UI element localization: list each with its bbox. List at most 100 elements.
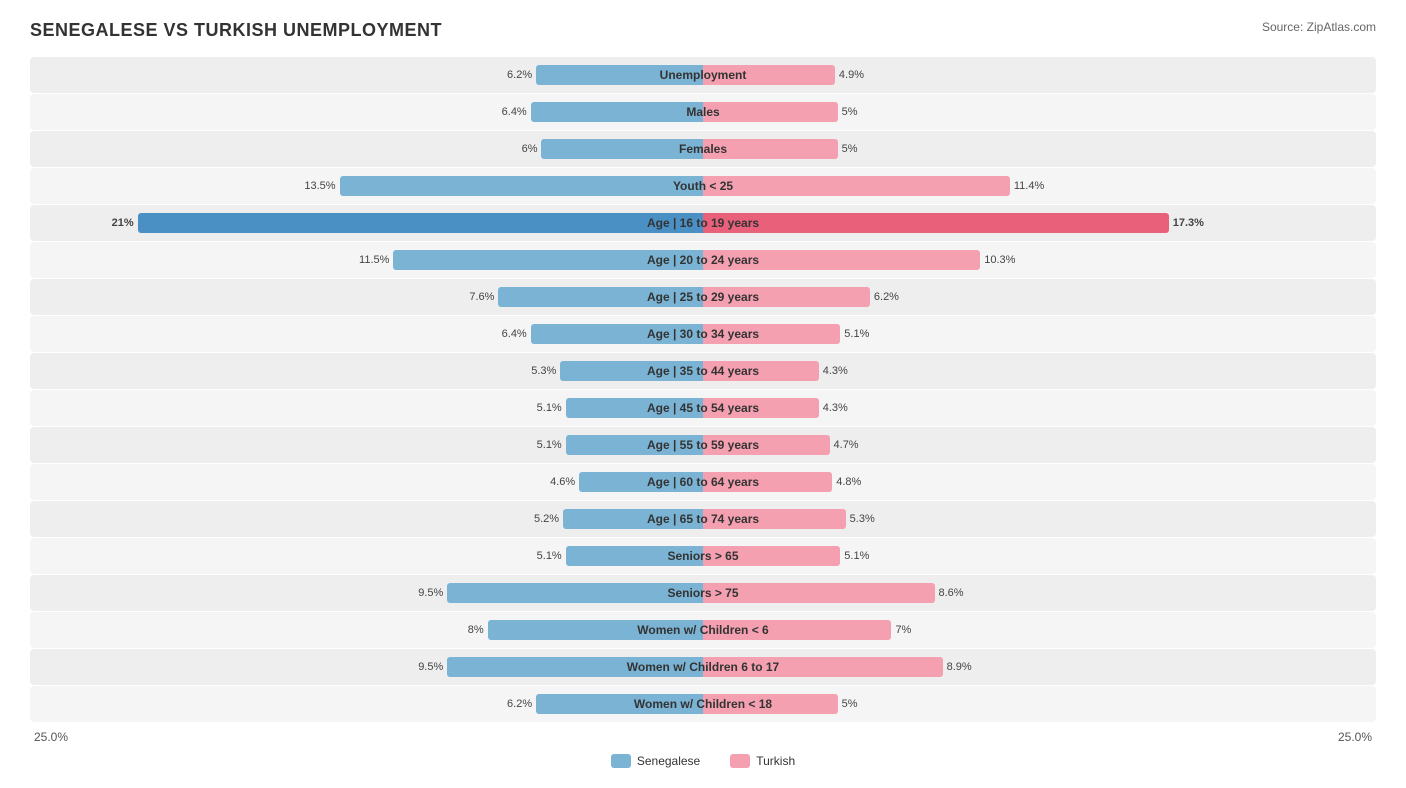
chart-row: 8% Women w/ Children < 6 7% xyxy=(30,612,1376,648)
chart-title: SENEGALESE VS TURKISH UNEMPLOYMENT xyxy=(30,20,442,41)
bar-turkish xyxy=(703,176,1010,196)
right-section: 4.3% xyxy=(703,390,1376,426)
row-label: Women w/ Children < 18 xyxy=(634,697,772,711)
left-section: 6.4% xyxy=(30,94,703,130)
value-turkish: 5% xyxy=(842,106,858,118)
value-turkish: 5.3% xyxy=(850,513,875,525)
value-turkish: 10.3% xyxy=(984,254,1015,266)
row-label: Age | 25 to 29 years xyxy=(647,290,759,304)
row-label: Age | 16 to 19 years xyxy=(647,216,759,230)
bar-container: 7.6% Age | 25 to 29 years 6.2% xyxy=(30,279,1376,315)
chart-row: 4.6% Age | 60 to 64 years 4.8% xyxy=(30,464,1376,500)
left-section: 6.4% xyxy=(30,316,703,352)
bar-container: 6.2% Women w/ Children < 18 5% xyxy=(30,686,1376,722)
value-senegalese: 6% xyxy=(522,143,538,155)
left-section: 5.2% xyxy=(30,501,703,537)
value-senegalese: 6.4% xyxy=(502,328,527,340)
chart-row: 11.5% Age | 20 to 24 years 10.3% xyxy=(30,242,1376,278)
bar-container: 5.1% Age | 45 to 54 years 4.3% xyxy=(30,390,1376,426)
row-label: Seniors > 65 xyxy=(667,549,738,563)
row-label: Seniors > 75 xyxy=(667,586,738,600)
axis-right: 25.0% xyxy=(1338,730,1372,744)
row-label: Age | 20 to 24 years xyxy=(647,253,759,267)
right-section: 6.2% xyxy=(703,279,1376,315)
row-label: Unemployment xyxy=(660,68,747,82)
bar-container: 5.1% Age | 55 to 59 years 4.7% xyxy=(30,427,1376,463)
value-senegalese: 5.2% xyxy=(534,513,559,525)
value-senegalese: 5.1% xyxy=(537,439,562,451)
chart-header: SENEGALESE VS TURKISH UNEMPLOYMENT Sourc… xyxy=(30,20,1376,41)
value-senegalese: 6.2% xyxy=(507,698,532,710)
value-senegalese: 5.1% xyxy=(537,402,562,414)
row-label: Women w/ Children 6 to 17 xyxy=(627,660,779,674)
bar-container: 8% Women w/ Children < 6 7% xyxy=(30,612,1376,648)
value-senegalese: 21% xyxy=(112,217,134,229)
value-senegalese: 6.2% xyxy=(507,69,532,81)
left-section: 9.5% xyxy=(30,575,703,611)
left-section: 5.1% xyxy=(30,390,703,426)
bar-turkish xyxy=(703,213,1169,233)
left-section: 6.2% xyxy=(30,57,703,93)
right-section: 5% xyxy=(703,131,1376,167)
turkish-label: Turkish xyxy=(756,754,795,768)
right-section: 4.9% xyxy=(703,57,1376,93)
right-section: 8.9% xyxy=(703,649,1376,685)
chart-row: 21% Age | 16 to 19 years 17.3% xyxy=(30,205,1376,241)
chart-row: 9.5% Women w/ Children 6 to 17 8.9% xyxy=(30,649,1376,685)
bar-container: 6% Females 5% xyxy=(30,131,1376,167)
row-label: Age | 45 to 54 years xyxy=(647,401,759,415)
right-section: 5.3% xyxy=(703,501,1376,537)
right-section: 7% xyxy=(703,612,1376,648)
bar-container: 5.2% Age | 65 to 74 years 5.3% xyxy=(30,501,1376,537)
row-label: Females xyxy=(679,142,727,156)
bar-container: 21% Age | 16 to 19 years 17.3% xyxy=(30,205,1376,241)
bar-senegalese xyxy=(447,583,703,603)
bar-container: 13.5% Youth < 25 11.4% xyxy=(30,168,1376,204)
axis-row: 25.0% 25.0% xyxy=(30,730,1376,744)
left-section: 21% xyxy=(30,205,703,241)
row-label: Age | 55 to 59 years xyxy=(647,438,759,452)
value-turkish: 4.7% xyxy=(834,439,859,451)
value-turkish: 6.2% xyxy=(874,291,899,303)
left-section: 4.6% xyxy=(30,464,703,500)
right-section: 5.1% xyxy=(703,316,1376,352)
chart-row: 5.1% Age | 55 to 59 years 4.7% xyxy=(30,427,1376,463)
chart-row: 5.3% Age | 35 to 44 years 4.3% xyxy=(30,353,1376,389)
chart-row: 6.4% Age | 30 to 34 years 5.1% xyxy=(30,316,1376,352)
left-section: 7.6% xyxy=(30,279,703,315)
row-label: Youth < 25 xyxy=(673,179,733,193)
bar-container: 6.4% Age | 30 to 34 years 5.1% xyxy=(30,316,1376,352)
legend-senegalese: Senegalese xyxy=(611,754,700,768)
value-senegalese: 6.4% xyxy=(502,106,527,118)
value-turkish: 8.6% xyxy=(939,587,964,599)
value-turkish: 4.9% xyxy=(839,69,864,81)
bar-container: 11.5% Age | 20 to 24 years 10.3% xyxy=(30,242,1376,278)
left-section: 11.5% xyxy=(30,242,703,278)
right-section: 11.4% xyxy=(703,168,1376,204)
legend: Senegalese Turkish xyxy=(30,754,1376,768)
right-section: 17.3% xyxy=(703,205,1376,241)
bar-container: 6.2% Unemployment 4.9% xyxy=(30,57,1376,93)
value-turkish: 11.4% xyxy=(1014,180,1044,192)
value-turkish: 4.3% xyxy=(823,402,848,414)
left-section: 6% xyxy=(30,131,703,167)
bar-container: 9.5% Seniors > 75 8.6% xyxy=(30,575,1376,611)
senegalese-label: Senegalese xyxy=(637,754,700,768)
value-turkish: 5.1% xyxy=(844,328,869,340)
value-senegalese: 8% xyxy=(468,624,484,636)
left-section: 8% xyxy=(30,612,703,648)
value-turkish: 4.8% xyxy=(836,476,861,488)
right-section: 4.8% xyxy=(703,464,1376,500)
left-section: 6.2% xyxy=(30,686,703,722)
right-section: 10.3% xyxy=(703,242,1376,278)
axis-left: 25.0% xyxy=(34,730,68,744)
source-label: Source: ZipAtlas.com xyxy=(1262,20,1376,34)
bar-container: 9.5% Women w/ Children 6 to 17 8.9% xyxy=(30,649,1376,685)
right-section: 5% xyxy=(703,686,1376,722)
value-turkish: 7% xyxy=(895,624,911,636)
chart-row: 6% Females 5% xyxy=(30,131,1376,167)
chart-row: 5.1% Age | 45 to 54 years 4.3% xyxy=(30,390,1376,426)
legend-turkish: Turkish xyxy=(730,754,795,768)
bar-container: 5.1% Seniors > 65 5.1% xyxy=(30,538,1376,574)
right-section: 5% xyxy=(703,94,1376,130)
